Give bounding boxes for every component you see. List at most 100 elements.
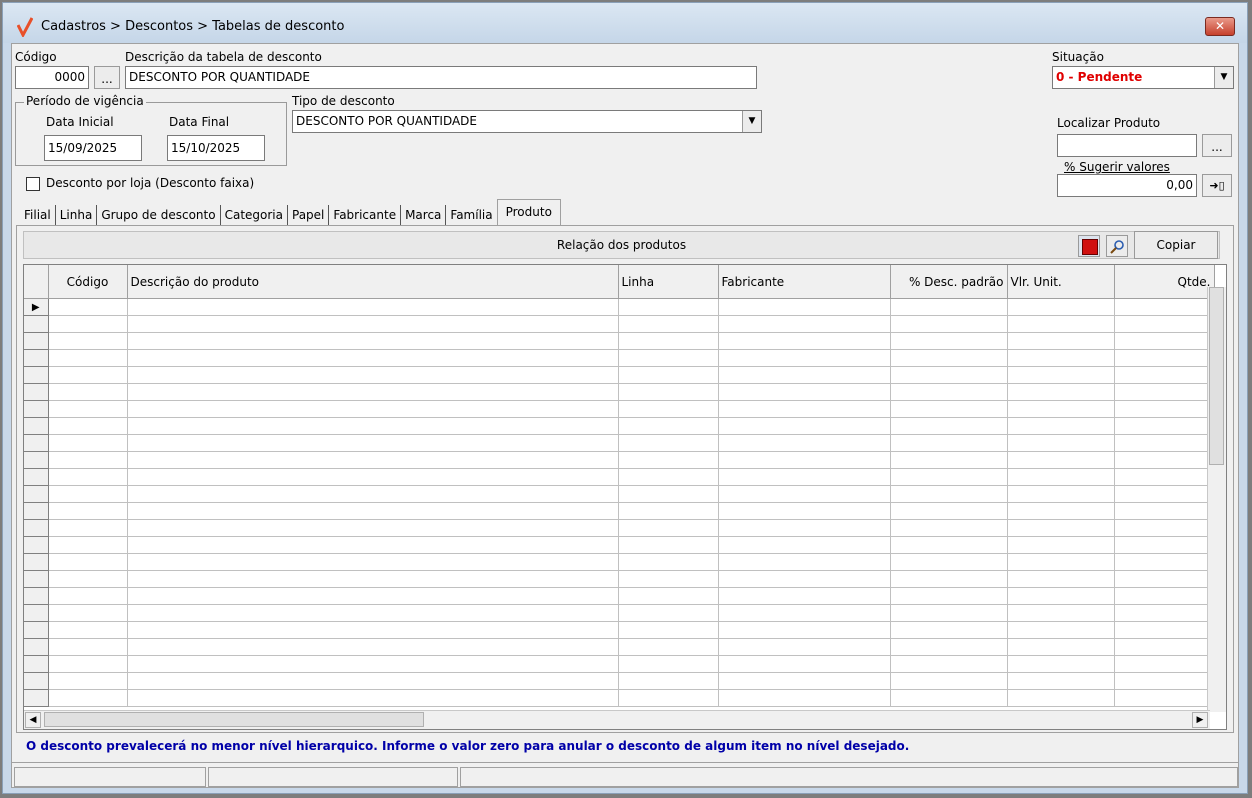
table-cell[interactable] xyxy=(618,587,719,605)
table-cell[interactable] xyxy=(718,638,891,656)
table-cell[interactable] xyxy=(890,536,1008,554)
row-indicator[interactable] xyxy=(24,468,49,486)
table-cell[interactable] xyxy=(1007,434,1115,452)
table-cell[interactable] xyxy=(890,383,1008,401)
row-indicator[interactable] xyxy=(24,655,49,673)
table-cell[interactable] xyxy=(1114,519,1215,537)
table-cell[interactable] xyxy=(127,349,619,367)
table-row[interactable] xyxy=(24,366,1215,384)
row-indicator[interactable] xyxy=(24,689,49,707)
chevron-down-icon[interactable]: ▼ xyxy=(1214,67,1233,88)
table-cell[interactable] xyxy=(718,672,891,690)
table-cell[interactable] xyxy=(890,468,1008,486)
table-cell[interactable] xyxy=(718,502,891,520)
table-cell[interactable] xyxy=(1007,383,1115,401)
table-row[interactable] xyxy=(24,400,1215,418)
search-button[interactable] xyxy=(1106,235,1128,257)
table-cell[interactable] xyxy=(890,553,1008,571)
table-cell[interactable] xyxy=(48,332,128,350)
table-cell[interactable] xyxy=(48,519,128,537)
table-cell[interactable] xyxy=(718,536,891,554)
table-cell[interactable] xyxy=(718,604,891,622)
table-row[interactable] xyxy=(24,417,1215,435)
table-cell[interactable] xyxy=(48,417,128,435)
table-cell[interactable] xyxy=(1114,417,1215,435)
table-cell[interactable] xyxy=(618,383,719,401)
tab-produto[interactable]: Produto xyxy=(496,199,561,226)
tab-fabricante[interactable]: Fabricante xyxy=(329,205,402,225)
codigo-field[interactable]: 0000 xyxy=(15,66,89,89)
table-cell[interactable] xyxy=(890,689,1008,707)
table-cell[interactable] xyxy=(48,366,128,384)
table-cell[interactable] xyxy=(890,332,1008,350)
vertical-scrollbar[interactable] xyxy=(1207,287,1226,712)
localizar-field[interactable] xyxy=(1057,134,1197,157)
table-cell[interactable] xyxy=(48,383,128,401)
table-cell[interactable] xyxy=(1007,689,1115,707)
table-row[interactable] xyxy=(24,468,1215,486)
table-cell[interactable] xyxy=(1114,485,1215,503)
row-indicator[interactable] xyxy=(24,349,49,367)
table-cell[interactable] xyxy=(618,519,719,537)
table-cell[interactable] xyxy=(618,570,719,588)
table-cell[interactable] xyxy=(1114,655,1215,673)
tab-familia[interactable]: Família xyxy=(446,205,496,225)
table-row[interactable] xyxy=(24,604,1215,622)
table-cell[interactable] xyxy=(1007,315,1115,333)
table-cell[interactable] xyxy=(48,638,128,656)
table-cell[interactable] xyxy=(1007,519,1115,537)
table-cell[interactable] xyxy=(618,672,719,690)
table-cell[interactable] xyxy=(48,536,128,554)
table-cell[interactable] xyxy=(1114,621,1215,639)
table-row[interactable] xyxy=(24,502,1215,520)
tab-marca[interactable]: Marca xyxy=(401,205,447,225)
table-cell[interactable] xyxy=(1114,689,1215,707)
table-cell[interactable] xyxy=(127,485,619,503)
table-cell[interactable] xyxy=(127,689,619,707)
table-cell[interactable] xyxy=(890,502,1008,520)
table-row[interactable] xyxy=(24,349,1215,367)
table-cell[interactable] xyxy=(618,638,719,656)
row-indicator[interactable] xyxy=(24,536,49,554)
table-cell[interactable] xyxy=(618,621,719,639)
table-cell[interactable] xyxy=(1007,400,1115,418)
table-cell[interactable] xyxy=(718,298,891,316)
table-cell[interactable] xyxy=(1114,366,1215,384)
table-cell[interactable] xyxy=(890,621,1008,639)
column-header-fabricante[interactable]: Fabricante xyxy=(718,265,891,299)
row-indicator[interactable] xyxy=(24,315,49,333)
vertical-scroll-thumb[interactable] xyxy=(1209,287,1224,465)
row-indicator[interactable] xyxy=(24,383,49,401)
table-cell[interactable] xyxy=(890,434,1008,452)
table-cell[interactable] xyxy=(127,553,619,571)
row-indicator[interactable] xyxy=(24,604,49,622)
tab-grupo-de-desconto[interactable]: Grupo de desconto xyxy=(97,205,221,225)
horizontal-scrollbar[interactable]: ◀ ▶ xyxy=(24,710,1210,729)
table-cell[interactable] xyxy=(1114,536,1215,554)
table-cell[interactable] xyxy=(618,315,719,333)
row-indicator[interactable] xyxy=(24,519,49,537)
table-cell[interactable] xyxy=(127,587,619,605)
table-cell[interactable] xyxy=(48,502,128,520)
table-cell[interactable] xyxy=(48,553,128,571)
table-cell[interactable] xyxy=(618,536,719,554)
table-row[interactable] xyxy=(24,485,1215,503)
table-cell[interactable] xyxy=(618,553,719,571)
column-header-vlr-unit[interactable]: Vlr. Unit. xyxy=(1007,265,1115,299)
table-cell[interactable] xyxy=(1007,570,1115,588)
table-cell[interactable] xyxy=(1114,315,1215,333)
table-cell[interactable] xyxy=(1007,655,1115,673)
table-cell[interactable] xyxy=(1007,485,1115,503)
table-cell[interactable] xyxy=(890,604,1008,622)
table-cell[interactable] xyxy=(1114,468,1215,486)
table-row[interactable] xyxy=(24,587,1215,605)
column-header-qtde[interactable]: Qtde. xyxy=(1114,265,1215,299)
table-cell[interactable] xyxy=(718,570,891,588)
apply-suggest-button[interactable]: ➜▯ xyxy=(1202,174,1232,197)
table-cell[interactable] xyxy=(718,655,891,673)
table-cell[interactable] xyxy=(48,655,128,673)
row-indicator[interactable] xyxy=(24,434,49,452)
table-cell[interactable] xyxy=(127,468,619,486)
close-button[interactable]: ✕ xyxy=(1205,17,1235,36)
tab-filial[interactable]: Filial xyxy=(20,205,56,225)
